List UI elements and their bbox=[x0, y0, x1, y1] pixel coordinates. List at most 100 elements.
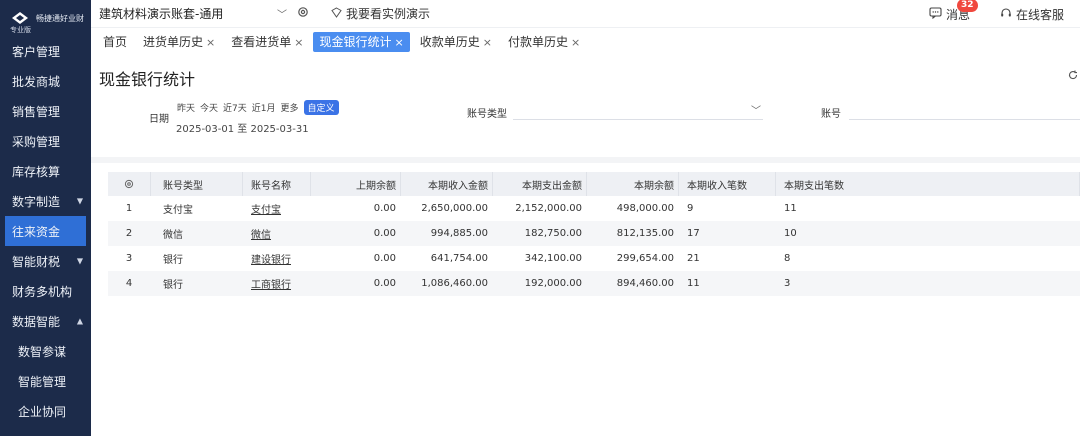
tab-purchase-history[interactable]: 进货单历史 × bbox=[137, 32, 221, 52]
date-label: 日期 bbox=[149, 114, 169, 125]
cell-account-type: 支付宝 bbox=[163, 205, 193, 216]
date-option-today[interactable]: 今天 bbox=[200, 101, 218, 114]
date-range-value[interactable]: 2025-03-01 至 2025-03-31 bbox=[176, 120, 309, 135]
sidebar-item-data-intel[interactable]: 数据智能 ▲ bbox=[0, 306, 91, 336]
tab-label: 查看进货单 bbox=[231, 35, 292, 49]
brand-name: 畅捷通好业财 bbox=[36, 13, 84, 23]
row-index: 2 bbox=[125, 228, 133, 239]
date-option-yesterday[interactable]: 昨天 bbox=[177, 101, 195, 114]
sidebar-item-purchase[interactable]: 采购管理 bbox=[0, 126, 91, 156]
support-button[interactable]: 在线客服 bbox=[1000, 6, 1064, 23]
sidebar-item-manufacturing[interactable]: 数字制造 ▼ bbox=[0, 186, 91, 216]
account-type-select[interactable]: ﹀ bbox=[513, 100, 763, 120]
tab-label: 首页 bbox=[103, 35, 128, 49]
col-header-income-count[interactable]: 本期收入笔数 bbox=[679, 172, 776, 196]
cell-opening-balance: 0.00 bbox=[373, 203, 396, 214]
refresh-icon[interactable] bbox=[1068, 70, 1078, 83]
cell-expense-amount: 192,000.00 bbox=[524, 278, 582, 289]
col-header-expense-amount[interactable]: 本期支出金额 bbox=[493, 172, 587, 196]
sidebar-item-customer[interactable]: 客户管理 bbox=[0, 36, 91, 66]
account-name-text[interactable]: 支付宝 bbox=[251, 201, 281, 216]
cell-income-count: 21 bbox=[687, 253, 700, 264]
topbar-right: 消息 32 在线客服 bbox=[929, 0, 1064, 28]
demo-link[interactable]: 我要看实例演示 bbox=[331, 5, 430, 22]
tab-cash-bank-stats[interactable]: 现金银行统计 × bbox=[313, 32, 410, 52]
sidebar-item-multi-org[interactable]: 财务多机构 bbox=[0, 276, 91, 306]
table-row[interactable]: 1 支付宝 支付宝 0.00 2,650,000.00 2,152,000.00… bbox=[108, 196, 1080, 221]
caret-up-icon: ▲ bbox=[76, 316, 83, 326]
col-header-balance[interactable]: 本期余额 bbox=[587, 172, 679, 196]
tab-label: 收款单历史 bbox=[419, 35, 480, 49]
sidebar-item-sales[interactable]: 销售管理 bbox=[0, 96, 91, 126]
cell-balance: 894,460.00 bbox=[616, 278, 674, 289]
col-header-account-name[interactable]: 账号名称 bbox=[243, 172, 311, 196]
sidebar-item-inventory[interactable]: 库存核算 bbox=[0, 156, 91, 186]
main-content: 现金银行统计 日期 昨天 今天 近7天 近1月 更多 自定义 2025-03-0… bbox=[91, 56, 1080, 436]
col-header-expense-count[interactable]: 本期支出笔数 bbox=[776, 172, 1080, 196]
table-row[interactable]: 2 微信 微信 0.00 994,885.00 182,750.00 812,1… bbox=[108, 221, 1080, 246]
chevron-down-icon: ﹀ bbox=[751, 106, 761, 117]
account-name-text[interactable]: 建设银行 bbox=[251, 251, 291, 266]
section-divider bbox=[91, 157, 1080, 163]
cell-income-amount: 1,086,460.00 bbox=[421, 278, 488, 289]
table-row[interactable]: 4 银行 工商银行 0.00 1,086,460.00 192,000.00 8… bbox=[108, 271, 1080, 296]
sidebar-item-label: 往来资金 bbox=[12, 224, 61, 239]
date-option-1month[interactable]: 近1月 bbox=[252, 101, 276, 114]
sidebar-item-wholesale[interactable]: 批发商城 bbox=[0, 66, 91, 96]
account-name-link[interactable]: 建设银行 bbox=[243, 246, 311, 271]
sidebar-item-tax[interactable]: 智能财税 ▼ bbox=[0, 246, 91, 276]
sidebar-item-collab[interactable]: 企业协同 bbox=[0, 396, 91, 426]
sidebar-item-label: 数字制造 bbox=[12, 194, 61, 209]
row-index: 4 bbox=[125, 278, 133, 289]
cell-opening-balance: 0.00 bbox=[373, 278, 396, 289]
row-index: 1 bbox=[125, 203, 133, 214]
support-label: 在线客服 bbox=[1015, 7, 1064, 22]
close-icon[interactable]: × bbox=[483, 36, 492, 49]
cell-account-type: 银行 bbox=[163, 255, 183, 266]
account-name-link[interactable]: 支付宝 bbox=[243, 196, 311, 221]
sidebar-item-smart-mgmt[interactable]: 智能管理 bbox=[0, 366, 91, 396]
sidebar-item-label: 数据智能 bbox=[12, 314, 61, 329]
col-header-opening-balance[interactable]: 上期余额 bbox=[311, 172, 401, 196]
gear-icon[interactable] bbox=[297, 6, 309, 21]
account-name-text[interactable]: 工商银行 bbox=[251, 276, 291, 291]
sidebar-item-label: 库存核算 bbox=[12, 164, 61, 179]
sidebar-item-funds[interactable]: 往来资金 bbox=[5, 216, 86, 246]
column-settings-icon[interactable] bbox=[108, 172, 151, 196]
cell-account-type: 微信 bbox=[163, 230, 183, 241]
caret-down-icon: ▼ bbox=[76, 256, 83, 266]
col-header-account-type[interactable]: 账号类型 bbox=[151, 172, 243, 196]
tab-payment-history[interactable]: 付款单历史 × bbox=[502, 32, 586, 52]
date-option-more[interactable]: 更多 bbox=[281, 101, 299, 114]
messages-button[interactable]: 消息 32 bbox=[929, 0, 978, 23]
tab-label: 进货单历史 bbox=[143, 35, 204, 49]
account-selector[interactable]: 建筑材料演示账套-通用 ﹀ bbox=[99, 5, 287, 22]
sidebar-item-label: 批发商城 bbox=[12, 74, 61, 89]
tab-receipt-history[interactable]: 收款单历史 × bbox=[414, 32, 498, 52]
sidebar-item-label: 数智参谋 bbox=[18, 344, 67, 359]
close-icon[interactable]: × bbox=[571, 36, 580, 49]
account-name-text[interactable]: 微信 bbox=[251, 226, 271, 241]
col-header-income-amount[interactable]: 本期收入金额 bbox=[401, 172, 493, 196]
topbar: 建筑材料演示账套-通用 ﹀ 我要看实例演示 消息 32 在线客服 bbox=[91, 0, 1080, 28]
table-row[interactable]: 3 银行 建设银行 0.00 641,754.00 342,100.00 299… bbox=[108, 246, 1080, 271]
close-icon[interactable]: × bbox=[294, 36, 303, 49]
date-option-custom[interactable]: 自定义 bbox=[303, 100, 339, 115]
close-icon[interactable]: × bbox=[395, 36, 404, 49]
close-icon[interactable]: × bbox=[206, 36, 215, 49]
account-name-link[interactable]: 微信 bbox=[243, 221, 311, 246]
cell-balance: 498,000.00 bbox=[616, 203, 674, 214]
date-option-7days[interactable]: 近7天 bbox=[223, 101, 247, 114]
sidebar-item-label: 客户管理 bbox=[12, 44, 61, 59]
sidebar-item-advisor[interactable]: 数智参谋 bbox=[0, 336, 91, 366]
stats-table: 账号类型 账号名称 上期余额 本期收入金额 本期支出金额 本期余额 本期收入笔数… bbox=[108, 172, 1080, 296]
cell-balance: 812,135.00 bbox=[616, 228, 674, 239]
sidebar-item-label: 智能财税 bbox=[12, 254, 61, 269]
cell-income-count: 9 bbox=[687, 203, 694, 214]
tab-home[interactable]: 首页 bbox=[97, 32, 133, 52]
account-name-link[interactable]: 工商银行 bbox=[243, 271, 311, 296]
cell-expense-count: 3 bbox=[784, 278, 791, 289]
account-input[interactable] bbox=[849, 100, 1080, 120]
tab-view-purchase[interactable]: 查看进货单 × bbox=[225, 32, 309, 52]
caret-down-icon: ▼ bbox=[76, 196, 83, 206]
